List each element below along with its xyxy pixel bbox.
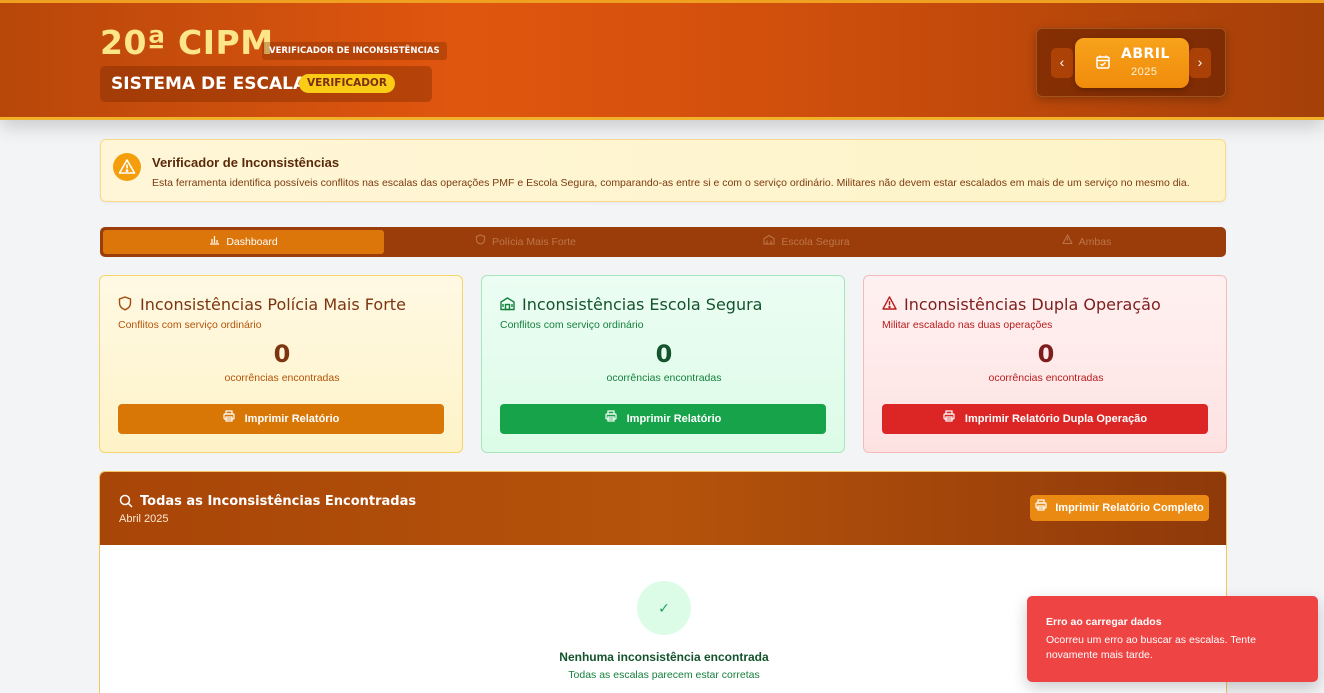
card-escola-segura: Inconsistências Escola Segura Conflitos …: [481, 275, 845, 453]
tab-label: Dashboard: [226, 236, 278, 249]
printer-icon: [943, 404, 955, 434]
print-report-button[interactable]: Imprimir Relatório: [500, 404, 826, 434]
current-month[interactable]: ABRIL 2025: [1075, 38, 1189, 88]
print-double-report-button[interactable]: Imprimir Relatório Dupla Operação: [882, 404, 1208, 434]
card-count: 0: [1037, 340, 1055, 368]
school-icon: [763, 230, 775, 254]
print-report-button[interactable]: Imprimir Relatório: [118, 404, 444, 434]
search-icon: [119, 494, 133, 513]
tab-bar: Dashboard Polícia Mais Forte Escola Segu…: [100, 227, 1226, 257]
calendar-check-icon: [1095, 54, 1111, 75]
printer-icon: [1035, 495, 1047, 521]
card-count-label: ocorrências encontradas: [988, 372, 1104, 384]
check-icon: ✓: [637, 581, 691, 635]
toast-title: Erro ao carregar dados: [1046, 616, 1162, 628]
panel-header: Todas as Inconsistências Encontradas Abr…: [100, 472, 1226, 545]
card-count: 0: [655, 340, 673, 368]
month-year: 2025: [1131, 66, 1158, 78]
prev-month-button[interactable]: ‹: [1051, 48, 1073, 78]
card-subtitle: Militar escalado nas duas operações: [882, 319, 1053, 331]
shield-icon: [475, 230, 486, 254]
app-header: 20ª CIPM VERIFICADOR DE INCONSISTÊNCIAS …: [0, 0, 1324, 120]
tab-label: Ambas: [1078, 236, 1112, 249]
card-subtitle: Conflitos com serviço ordinário: [500, 319, 644, 331]
panel-period: Abril 2025: [119, 513, 169, 525]
card-subtitle: Conflitos com serviço ordinário: [118, 319, 262, 331]
card-title: Inconsistências Dupla Operação: [904, 295, 1161, 314]
card-count-label: ocorrências encontradas: [606, 372, 722, 384]
tab-dashboard[interactable]: Dashboard: [103, 230, 384, 254]
tab-ambas[interactable]: Ambas: [946, 230, 1227, 254]
button-label: Imprimir Relatório: [626, 413, 722, 426]
button-label: Imprimir Relatório Completo: [1055, 502, 1204, 515]
bar-chart-icon: [209, 230, 220, 254]
error-toast[interactable]: Erro ao carregar dados Ocorreu um erro a…: [1027, 596, 1318, 682]
card-title: Inconsistências Escola Segura: [522, 295, 763, 314]
warning-icon: [882, 296, 897, 315]
button-label: Imprimir Relatório Dupla Operação: [964, 413, 1148, 426]
tab-escola-segura[interactable]: Escola Segura: [666, 230, 947, 254]
system-label: SISTEMA DE ESCALA: [111, 74, 307, 94]
warning-icon: [113, 153, 141, 181]
next-month-button[interactable]: ›: [1189, 48, 1211, 78]
card-dupla-operacao: Inconsistências Dupla Operação Militar e…: [863, 275, 1227, 453]
printer-icon: [223, 404, 235, 434]
brand-tag: VERIFICADOR DE INCONSISTÊNCIAS: [262, 42, 447, 60]
warning-icon: [1062, 230, 1073, 254]
print-full-report-button[interactable]: Imprimir Relatório Completo: [1030, 495, 1209, 521]
button-label: Imprimir Relatório: [244, 413, 340, 426]
system-label-box: SISTEMA DE ESCALA VERIFICADOR: [100, 66, 432, 102]
month-selector: ‹ ABRIL 2025 ›: [1036, 28, 1226, 97]
info-text: Esta ferramenta identifica possíveis con…: [152, 177, 1190, 189]
info-title: Verificador de Inconsistências: [152, 155, 340, 170]
brand-title: 20ª CIPM: [100, 23, 274, 62]
shield-icon: [118, 296, 132, 316]
card-count-label: ocorrências encontradas: [224, 372, 340, 384]
card-title: Inconsistências Polícia Mais Forte: [140, 295, 406, 314]
panel-title: Todas as Inconsistências Encontradas: [140, 494, 417, 509]
tab-label: Polícia Mais Forte: [491, 236, 577, 249]
printer-icon: [605, 404, 617, 434]
school-icon: [500, 296, 515, 316]
tab-policia-mais-forte[interactable]: Polícia Mais Forte: [385, 230, 666, 254]
info-banner: Verificador de Inconsistências Esta ferr…: [100, 139, 1226, 202]
toast-message: Ocorreu um erro ao buscar as escalas. Te…: [1046, 634, 1256, 661]
card-policia-mais-forte: Inconsistências Polícia Mais Forte Confl…: [99, 275, 463, 453]
card-count: 0: [273, 340, 291, 368]
verifier-badge: VERIFICADOR: [299, 74, 395, 93]
month-name: ABRIL: [1121, 46, 1170, 62]
tab-label: Escola Segura: [781, 236, 850, 249]
